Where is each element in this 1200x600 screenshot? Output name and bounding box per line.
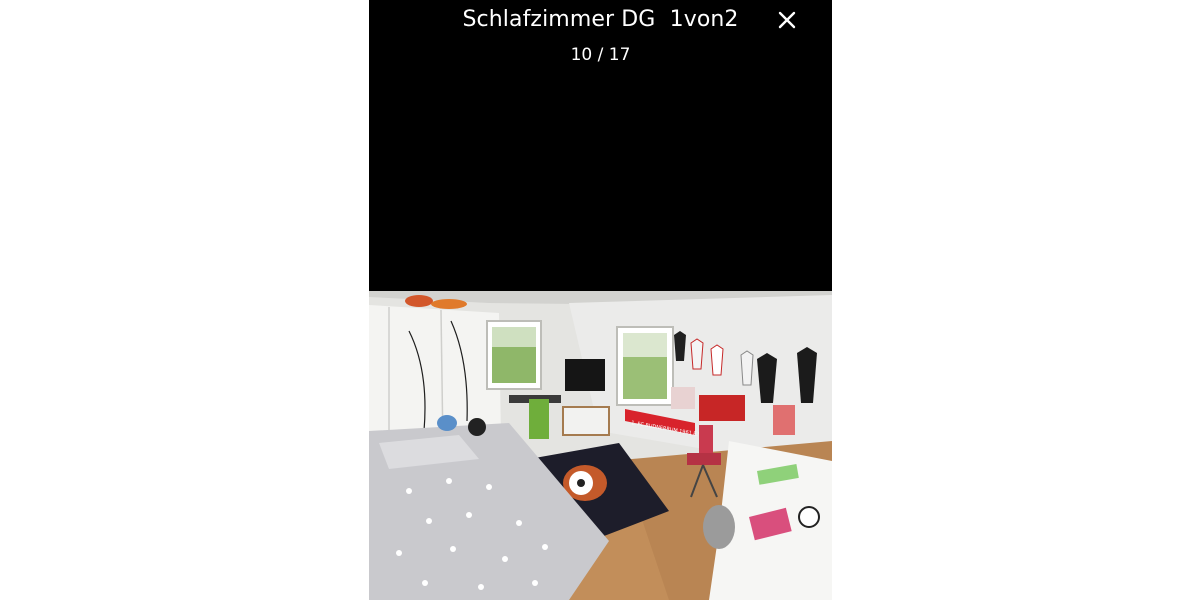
jersey	[674, 331, 686, 361]
photo-title: Schlafzimmer DG 1von2	[462, 7, 739, 32]
image-viewer: Schlafzimmer DG 1von2 10 / 17 1. FC BUDN…	[369, 0, 832, 600]
room-photo-illustration: 1. FC BUDNERRUM 1961 E.V.	[369, 291, 832, 600]
close-button[interactable]	[773, 6, 801, 34]
close-icon	[778, 11, 796, 29]
television	[565, 359, 605, 391]
plush-toy	[437, 415, 457, 431]
room-photo[interactable]: 1. FC BUDNERRUM 1961 E.V.	[369, 291, 832, 600]
image-counter: 10 / 17	[570, 45, 631, 65]
team-poster	[699, 395, 745, 421]
backpack	[703, 505, 735, 549]
toy-on-wardrobe	[405, 295, 433, 307]
low-shelf	[562, 406, 610, 436]
